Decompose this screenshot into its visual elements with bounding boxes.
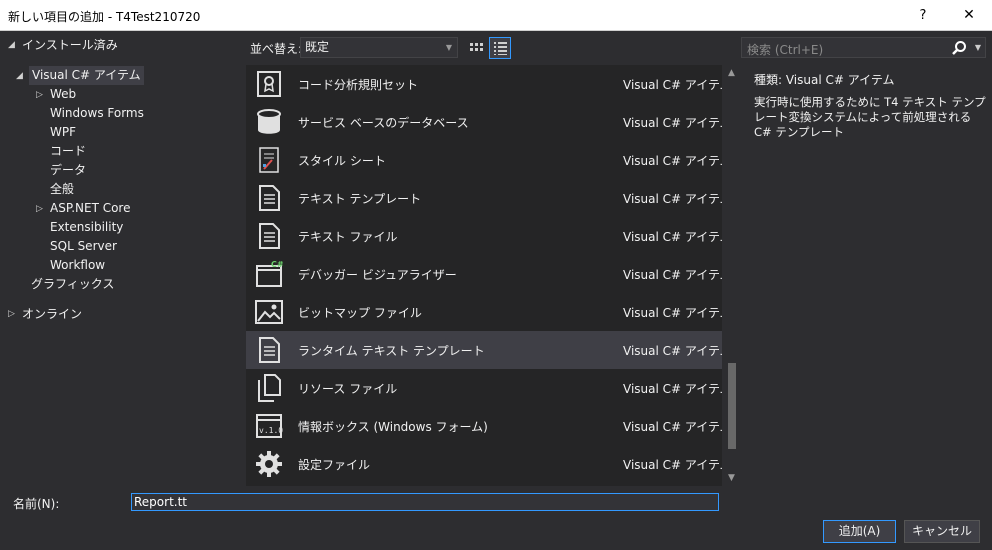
- expanded-arrow-icon[interactable]: ◢: [16, 71, 23, 81]
- list-item[interactable]: スタイル シート Visual C# アイテム: [246, 141, 722, 179]
- tree-item-extensibility[interactable]: Extensibility: [50, 218, 123, 237]
- text-file-icon: [259, 223, 280, 249]
- tree-item-web[interactable]: Web: [50, 85, 76, 104]
- runtime-template-icon: [259, 337, 280, 363]
- item-type: Visual C# アイテム: [623, 268, 722, 282]
- bitmap-icon: [255, 300, 283, 324]
- tree-item-general[interactable]: 全般: [50, 180, 74, 199]
- ruleset-icon: [257, 71, 281, 97]
- item-name: テキスト テンプレート: [298, 192, 422, 206]
- window-title: 新しい項目の追加 - T4Test210720: [8, 10, 201, 24]
- item-name: スタイル シート: [298, 154, 386, 168]
- name-label: 名前(N):: [13, 497, 60, 511]
- item-type: Visual C# アイテム: [623, 382, 722, 396]
- tree-item-aspnet-core[interactable]: ASP.NET Core: [50, 199, 130, 218]
- cancel-button[interactable]: キャンセル: [904, 520, 980, 543]
- name-input[interactable]: [131, 493, 719, 511]
- search-box[interactable]: 検索 (Ctrl+E) ▼: [741, 37, 986, 58]
- item-name: サービス ベースのデータベース: [298, 116, 469, 130]
- template-list: コード分析規則セット Visual C# アイテム サービス ベースのデータベー…: [246, 65, 722, 486]
- sort-value: 既定: [305, 40, 330, 54]
- help-button[interactable]: ?: [900, 0, 946, 31]
- list-item[interactable]: 設定ファイル Visual C# アイテム: [246, 445, 722, 483]
- stylesheet-icon: [259, 147, 279, 173]
- item-name: デバッガー ビジュアライザー: [298, 268, 457, 282]
- item-name: リソース ファイル: [298, 382, 398, 396]
- collapsed-arrow-icon[interactable]: ▷: [36, 204, 43, 214]
- list-item[interactable]: リソース ファイル Visual C# アイテム: [246, 369, 722, 407]
- svg-text:v.1.0: v.1.0: [259, 426, 283, 435]
- list-item[interactable]: ビットマップ ファイル Visual C# アイテム: [246, 293, 722, 331]
- list-view-button[interactable]: [489, 37, 511, 59]
- tree-item-installed[interactable]: インストール済み: [22, 36, 118, 55]
- expanded-arrow-icon[interactable]: ◢: [8, 40, 15, 50]
- item-name: 情報ボックス (Windows フォーム): [298, 420, 488, 434]
- list-item[interactable]: テキスト テンプレート Visual C# アイテム: [246, 179, 722, 217]
- collapsed-arrow-icon[interactable]: ▷: [36, 90, 43, 100]
- category-tree: ◢ インストール済み ◢ Visual C# アイテム ▷ Web Window…: [0, 32, 244, 487]
- search-input[interactable]: 検索 (Ctrl+E): [747, 41, 823, 58]
- list-view-icon: [494, 42, 507, 55]
- item-name: ランタイム テキスト テンプレート: [298, 344, 485, 358]
- svg-text:C#: C#: [271, 260, 284, 269]
- add-button[interactable]: 追加(A): [823, 520, 896, 543]
- tree-item-online[interactable]: オンライン: [22, 305, 82, 324]
- about-box-icon: v.1.0: [256, 414, 283, 438]
- item-name: 設定ファイル: [298, 458, 371, 472]
- settings-file-icon: [256, 451, 282, 477]
- collapsed-arrow-icon[interactable]: ▷: [8, 309, 15, 319]
- item-type: Visual C# アイテム: [623, 192, 722, 206]
- item-description: 実行時に使用するために T4 テキスト テンプレート変換システムによって前処理さ…: [754, 95, 986, 139]
- list-item[interactable]: テキスト ファイル Visual C# アイテム: [246, 217, 722, 255]
- item-name: ビットマップ ファイル: [298, 306, 422, 320]
- item-type: Visual C# アイテム: [623, 154, 722, 168]
- item-name: コード分析規則セット: [298, 78, 419, 92]
- grid-view-icon: [470, 43, 483, 51]
- list-item[interactable]: サービス ベースのデータベース Visual C# アイテム: [246, 103, 722, 141]
- close-button[interactable]: ✕: [946, 0, 992, 31]
- item-type: Visual C# アイテム: [623, 78, 722, 92]
- tree-item-workflow[interactable]: Workflow: [50, 256, 105, 275]
- tree-item-data[interactable]: データ: [50, 161, 86, 180]
- sort-label: 並べ替え:: [250, 42, 303, 56]
- sort-dropdown[interactable]: 既定 ▼: [300, 37, 458, 58]
- item-type: Visual C# アイテム: [623, 458, 722, 472]
- visualizer-icon: C#: [256, 260, 284, 287]
- item-type: Visual C# アイテム: [623, 116, 722, 130]
- resource-file-icon: [258, 374, 281, 402]
- tree-item-wpf[interactable]: WPF: [50, 123, 76, 142]
- list-item[interactable]: C# デバッガー ビジュアライザー Visual C# アイテム: [246, 255, 722, 293]
- scroll-thumb[interactable]: [728, 363, 736, 449]
- list-item[interactable]: コード分析規則セット Visual C# アイテム: [246, 65, 722, 103]
- text-template-icon: [259, 185, 280, 211]
- tree-item-sql-server[interactable]: SQL Server: [50, 237, 117, 256]
- small-icons-view-button[interactable]: [465, 37, 487, 59]
- title-bar: 新しい項目の追加 - T4Test210720 ? ✕: [0, 0, 992, 31]
- list-scrollbar[interactable]: ▲ ▼: [724, 65, 740, 486]
- chevron-down-icon: ▼: [445, 43, 452, 52]
- item-type: Visual C# アイテム: [623, 230, 722, 244]
- item-type: Visual C# アイテム: [623, 306, 722, 320]
- item-name: テキスト ファイル: [298, 230, 398, 244]
- database-icon: [257, 109, 281, 134]
- item-kind: 種類: Visual C# アイテム: [754, 73, 895, 87]
- tree-item-code[interactable]: コード: [50, 142, 86, 161]
- scroll-down-icon[interactable]: ▼: [728, 473, 735, 483]
- search-icon[interactable]: [951, 40, 967, 56]
- list-item[interactable]: v.1.0 情報ボックス (Windows フォーム) Visual C# アイ…: [246, 407, 722, 445]
- search-options-icon[interactable]: ▼: [975, 43, 981, 52]
- scroll-up-icon[interactable]: ▲: [728, 68, 735, 78]
- list-item-selected[interactable]: ランタイム テキスト テンプレート Visual C# アイテム: [246, 331, 722, 369]
- item-type: Visual C# アイテム: [623, 344, 722, 358]
- tree-item-graphics[interactable]: グラフィックス: [31, 275, 114, 294]
- tree-item-visual-cs[interactable]: Visual C# アイテム: [29, 66, 144, 85]
- tree-item-windows-forms[interactable]: Windows Forms: [50, 104, 144, 123]
- item-type: Visual C# アイテム: [623, 420, 722, 434]
